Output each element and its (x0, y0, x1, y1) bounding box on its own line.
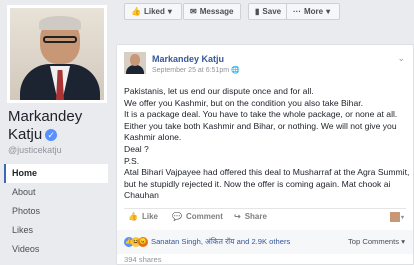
top-comments-label: Top Comments (347, 237, 400, 246)
nav-item-likes[interactable]: Likes (4, 221, 108, 240)
more-label: More (304, 7, 324, 16)
post-line: Atal Bihari Vajpayee had offered this de… (124, 167, 410, 178)
page-nav: Home About Photos Likes Videos (4, 164, 108, 259)
reaction-summary[interactable]: Sanatan Singh, अंकित रॉय and 2.9K others (151, 237, 290, 247)
reactions-row: 👍 😆 😠 Sanatan Singh, अंकित रॉय and 2.9K … (117, 230, 413, 254)
post-line: but he stupidly rejected it. Now the off… (124, 178, 391, 189)
post-text: Pakistanis, let us end our dispute once … (124, 86, 412, 202)
post-card: Markandey Katju September 25 at 6:51pm 🌐 … (116, 44, 414, 265)
post-options-chevron-icon[interactable]: ⌄ (397, 53, 405, 64)
message-button[interactable]: ✉ Message (183, 3, 241, 20)
post-timestamp[interactable]: September 25 at 6:51pm 🌐 (152, 66, 240, 74)
chevron-down-icon: ▾ (400, 215, 404, 222)
share-action-button[interactable]: ↪ Share (234, 212, 267, 221)
save-label: Save (262, 7, 282, 16)
page-name[interactable]: Markandey Katju ✓ (8, 108, 82, 144)
post-line: Deal ? (124, 143, 149, 154)
chevron-down-icon: ▾ (167, 7, 172, 16)
page-action-bar: 👍 Liked ▾ ✉ Message ▮ Save ··· More ▾ (116, 0, 414, 24)
save-button[interactable]: ▮ Save (248, 3, 289, 20)
chevron-down-icon: ▾ (326, 7, 331, 16)
like-label: Like (141, 212, 158, 221)
share-icon: ↪ (234, 212, 241, 221)
nav-item-photos[interactable]: Photos (4, 202, 108, 221)
nav-item-videos[interactable]: Videos (4, 240, 108, 259)
liked-button[interactable]: 👍 Liked ▾ (124, 3, 182, 20)
page-handle: @justicekatju (8, 145, 62, 155)
post-line: We offer you Kashmir, but on the conditi… (124, 97, 364, 108)
post-line: Either you take both Kashmir and Bihar, … (124, 120, 397, 131)
divider (124, 208, 406, 209)
comment-icon: 💬 (172, 212, 182, 221)
post-line: It is a package deal. You have to take t… (124, 109, 398, 120)
post-as-selector[interactable]: ▾ (389, 212, 404, 222)
thumbs-up-icon: 👍 (131, 7, 141, 16)
nav-item-about[interactable]: About (4, 183, 108, 202)
chevron-down-icon: ▾ (401, 237, 405, 246)
page-name-line2: Katju (8, 126, 43, 143)
message-label: Message (199, 7, 234, 16)
shares-count[interactable]: 394 shares (124, 255, 162, 264)
liked-label: Liked (143, 7, 165, 16)
comment-label: Comment (185, 212, 223, 221)
more-button[interactable]: ··· More ▾ (286, 3, 341, 20)
post-line: Chauhan (124, 190, 159, 201)
angry-reaction-icon[interactable]: 😠 (138, 237, 148, 247)
author-avatar[interactable] (124, 52, 146, 74)
globe-icon: 🌐 (231, 67, 240, 74)
left-column: Markandey Katju ✓ @justicekatju Home Abou… (0, 0, 112, 265)
like-action-button[interactable]: 👍 Like (128, 212, 158, 221)
post-author[interactable]: Markandey Katju (152, 54, 224, 64)
more-dots-icon: ··· (293, 7, 301, 16)
post-actions: 👍 Like 💬 Comment ↪ Share ▾ (124, 212, 408, 226)
top-comments-dropdown[interactable]: Top Comments ▾ (348, 237, 405, 246)
post-line: P.S. (124, 155, 140, 166)
post-line: Kashmir alone. (124, 132, 182, 143)
page-name-line1: Markandey (8, 108, 83, 125)
post-line: Pakistanis, let us end our dispute once … (124, 86, 314, 96)
nav-item-home[interactable]: Home (4, 164, 108, 183)
share-label: Share (244, 212, 267, 221)
viewer-avatar (389, 212, 400, 222)
verified-badge-icon: ✓ (45, 129, 58, 142)
bookmark-icon: ▮ (255, 7, 260, 16)
timestamp-text: September 25 at 6:51pm (152, 67, 230, 74)
thumbs-up-icon: 👍 (128, 212, 138, 221)
comment-action-button[interactable]: 💬 Comment (172, 212, 223, 221)
profile-photo[interactable] (7, 5, 107, 103)
message-icon: ✉ (190, 7, 197, 16)
